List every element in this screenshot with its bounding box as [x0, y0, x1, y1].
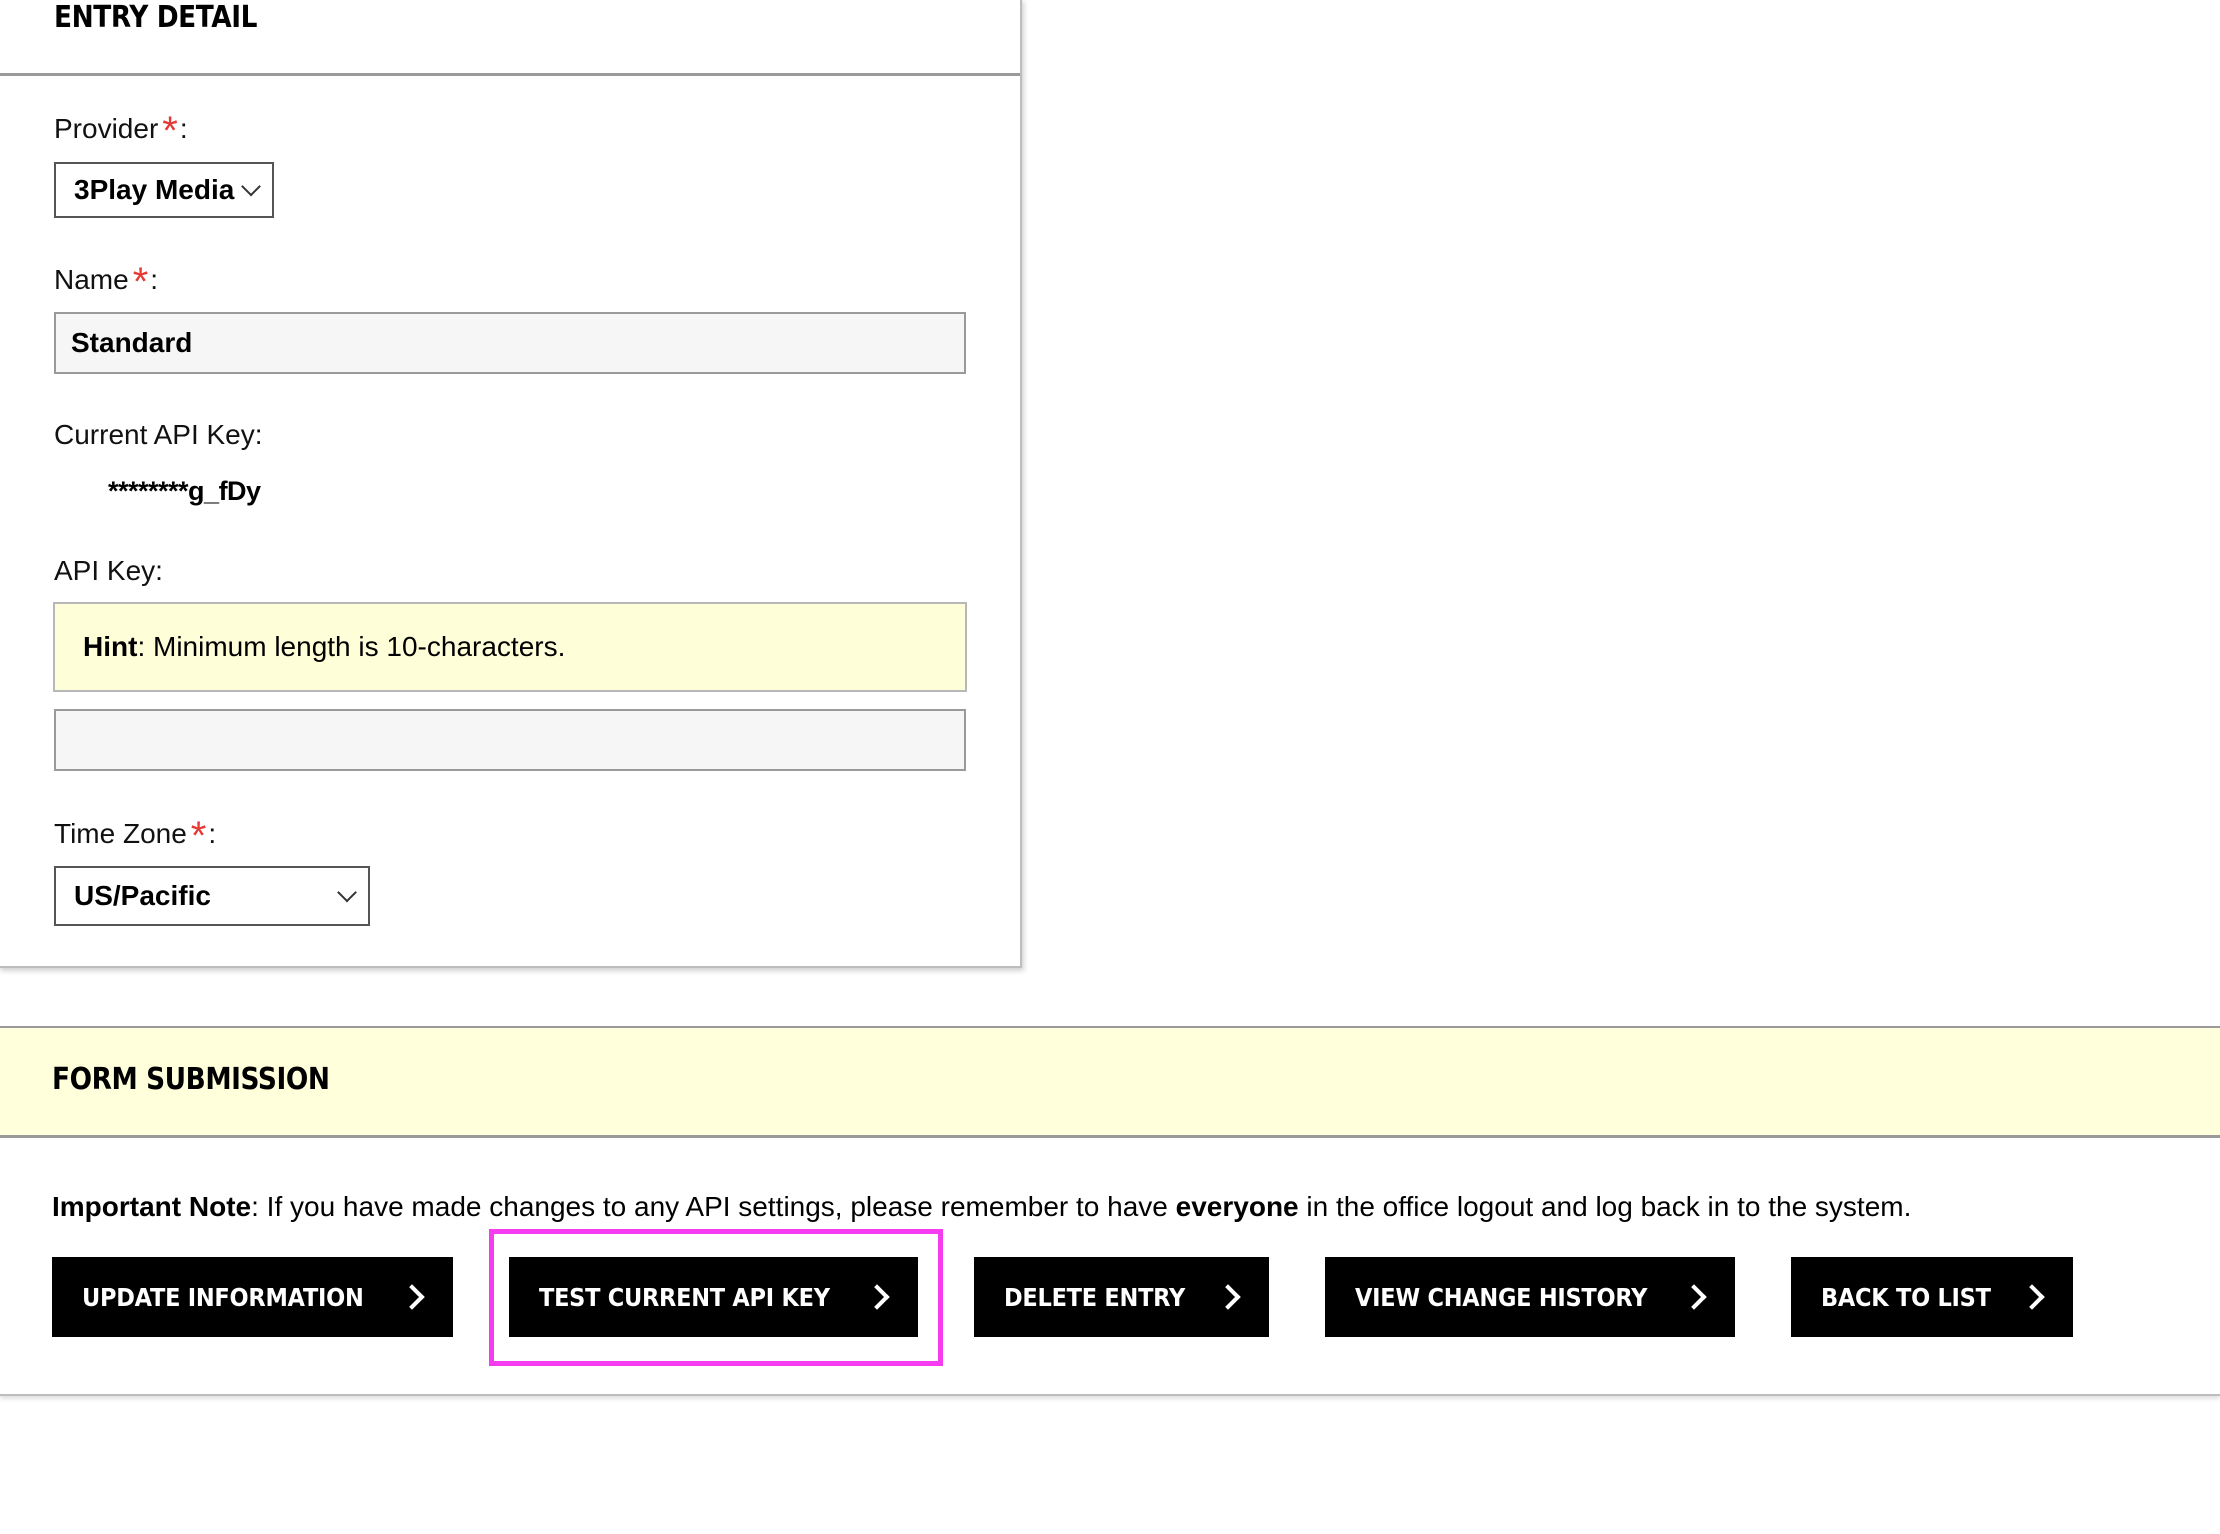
name-label: Name *: — [54, 260, 159, 304]
delete-entry-button[interactable]: DELETE ENTRY — [974, 1257, 1269, 1337]
api-key-input[interactable] — [54, 709, 966, 771]
test-current-api-key-button[interactable]: TEST CURRENT API KEY — [509, 1257, 918, 1337]
chevron-right-icon — [2019, 1284, 2045, 1310]
form-submission-title: FORM SUBMISSION — [52, 1062, 330, 1097]
back-to-list-button[interactable]: BACK TO LIST — [1791, 1257, 2073, 1337]
required-asterisk: * — [190, 814, 207, 858]
time-zone-label: Time Zone *: — [54, 814, 217, 858]
entry-detail-title: ENTRY DETAIL — [54, 0, 258, 35]
chevron-right-icon — [864, 1284, 890, 1310]
provider-selected-value: 3Play Media — [74, 174, 235, 205]
current-api-key-label: Current API Key: — [54, 419, 263, 450]
required-asterisk: * — [132, 260, 149, 304]
entry-detail-panel: ENTRY DETAIL Provider *: 3Play Media Name… — [0, 0, 1022, 968]
chevron-down-icon — [337, 882, 357, 903]
api-key-label: API Key: — [54, 555, 163, 586]
view-change-history-button[interactable]: VIEW CHANGE HISTORY — [1325, 1257, 1735, 1337]
chevron-right-icon — [1215, 1284, 1241, 1310]
time-zone-selected-value: US/Pacific — [74, 880, 211, 911]
name-input[interactable]: Standard — [54, 312, 966, 374]
required-asterisk: * — [162, 109, 178, 153]
form-submission-header: FORM SUBMISSION — [0, 1026, 2220, 1138]
provider-select[interactable]: 3Play Media — [54, 162, 274, 218]
time-zone-select[interactable]: US/Pacific — [54, 866, 370, 926]
api-key-hint: Hint: Minimum length is 10-characters. — [53, 602, 967, 692]
chevron-right-icon — [1681, 1284, 1707, 1310]
chevron-down-icon — [241, 176, 261, 197]
update-information-button[interactable]: UPDATE INFORMATION — [52, 1257, 453, 1337]
chevron-right-icon — [399, 1284, 425, 1310]
important-note: Important Note: If you have made changes… — [52, 1191, 1912, 1222]
entry-detail-header: ENTRY DETAIL — [0, 0, 1020, 76]
current-api-key-value: ********g_fDy — [108, 476, 261, 506]
provider-label: Provider *: — [54, 109, 188, 153]
